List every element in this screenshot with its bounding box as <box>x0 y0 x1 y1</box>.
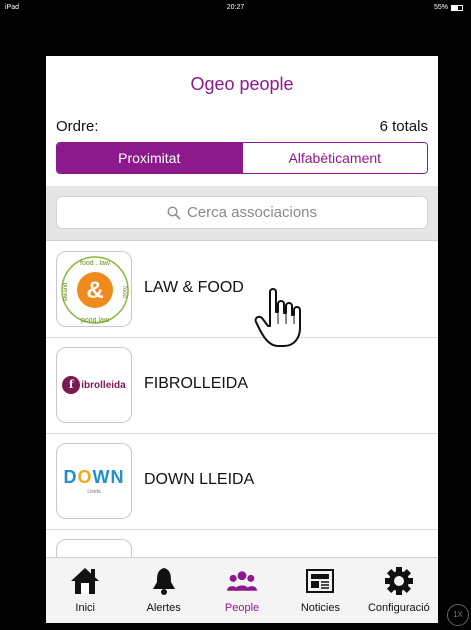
tab-configuracio[interactable]: Configuració <box>360 558 438 623</box>
status-right: 55% <box>434 4 463 11</box>
svg-text:pooq.law: pooq.law <box>81 317 110 324</box>
search-icon <box>167 205 181 220</box>
tab-label: Alertes <box>146 602 181 614</box>
tab-label: People <box>224 602 260 614</box>
bell-icon <box>149 566 179 596</box>
svg-text:food . law: food . law <box>80 260 111 267</box>
list-item-law-food[interactable]: & food . law pooq.law lawand food LAW & … <box>46 242 438 338</box>
search-placeholder: Cerca associacions <box>186 204 318 221</box>
search-input[interactable]: Cerca associacions <box>56 196 428 229</box>
segment-proximitat[interactable]: Proximitat <box>57 143 242 173</box>
tab-alertes[interactable]: Alertes <box>124 558 202 623</box>
down-logo-text: DOWN <box>63 467 125 487</box>
order-segmented-control: Proximitat Alfabèticament <box>56 142 428 174</box>
item-name: FIBROLLEIDA <box>144 375 249 392</box>
news-icon <box>305 566 335 596</box>
svg-text:lawand: lawand <box>63 282 69 301</box>
zoom-button[interactable]: 1X <box>447 604 469 626</box>
list-item-fibrolleida[interactable]: f ibrolleida FIBROLLEIDA <box>46 338 438 434</box>
tab-noticies[interactable]: Noticies <box>281 558 359 623</box>
battery-percent: 55% <box>433 4 448 11</box>
tab-label: Inici <box>75 602 95 614</box>
clock: 20:27 <box>226 4 245 11</box>
fibrolleida-logo: f ibrolleida <box>56 347 132 423</box>
tab-bar: Inici Alertes People Noticies Configurac… <box>46 557 438 623</box>
down-logo-subtitle: Lleida <box>87 489 101 495</box>
home-icon <box>70 566 100 596</box>
down-lleida-logo: DOWN Lleida <box>56 443 132 519</box>
fibrolleida-logo-mark: f <box>62 376 81 394</box>
tab-inici[interactable]: Inici <box>46 558 124 623</box>
svg-text:food: food <box>121 286 127 298</box>
hand-cursor-icon <box>254 286 312 355</box>
item-name: DOWN LLEIDA <box>144 471 255 488</box>
svg-text:&: & <box>86 277 103 304</box>
law-food-logo: & food . law pooq.law lawand food <box>56 251 132 327</box>
fibrolleida-logo-text: ibrolleida <box>81 379 126 391</box>
totals-count: 6 totals <box>379 118 428 135</box>
gear-icon <box>384 566 414 596</box>
order-label: Ordre: <box>56 118 99 135</box>
list-item-down-lleida[interactable]: DOWN Lleida DOWN LLEIDA <box>46 434 438 530</box>
item-name: LAW & FOOD <box>144 279 244 296</box>
segment-alfabeticament[interactable]: Alfabèticament <box>241 143 427 173</box>
app-screen: Ogeo people Ordre: 6 totals Proximitat A… <box>46 56 438 623</box>
tab-people[interactable]: People <box>203 558 281 623</box>
tab-label: Noticies <box>300 602 340 614</box>
status-bar: iPad 20:27 55% <box>0 0 471 16</box>
page-title: Ogeo people <box>190 74 294 94</box>
people-icon <box>227 566 258 596</box>
battery-icon <box>451 4 463 11</box>
tab-label: Configuració <box>367 602 430 614</box>
search-bar-container: Cerca associacions <box>46 186 438 241</box>
